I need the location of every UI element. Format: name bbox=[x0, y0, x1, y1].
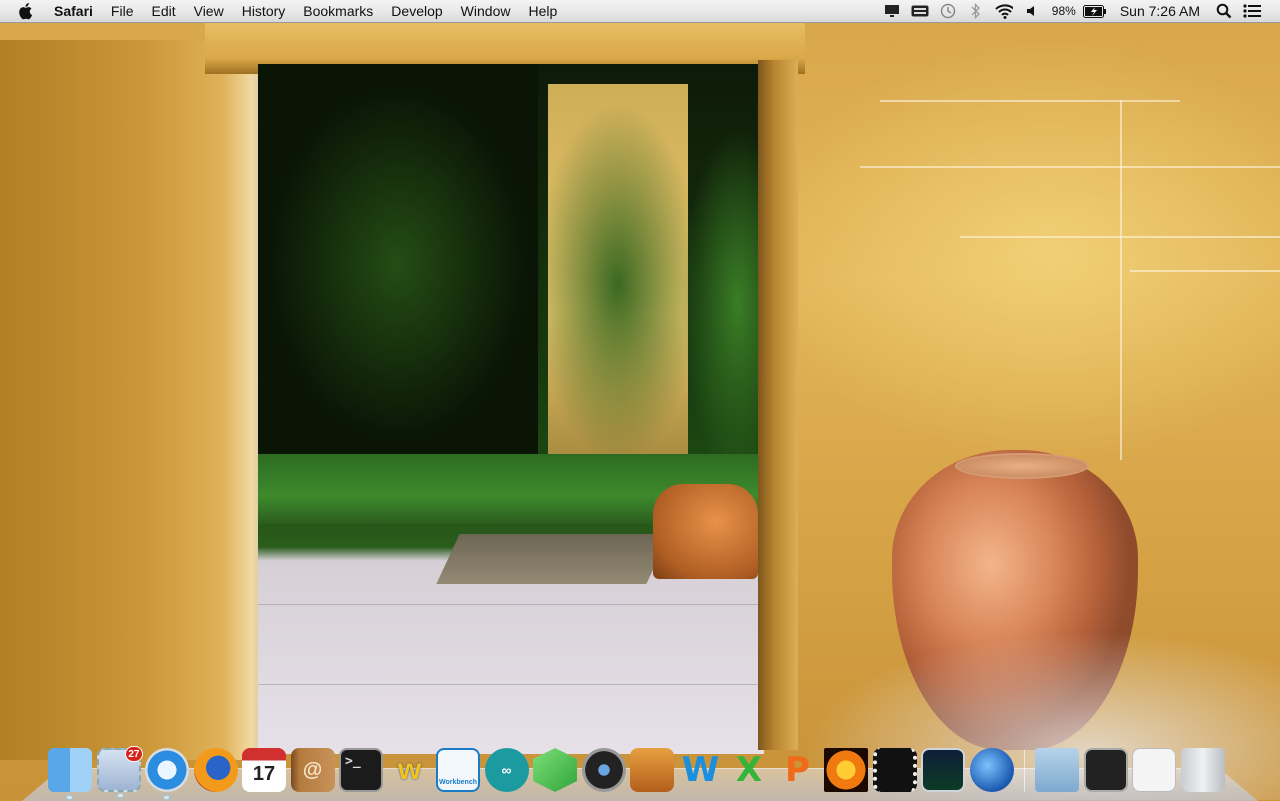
menu-help[interactable]: Help bbox=[519, 0, 566, 22]
desktop-wallpaper bbox=[0, 0, 1280, 800]
film-strip-icon[interactable] bbox=[872, 748, 917, 792]
solar-image-icon[interactable] bbox=[824, 748, 868, 792]
word-icon[interactable]: W bbox=[679, 748, 723, 792]
menu-app-safari[interactable]: Safari bbox=[44, 0, 102, 22]
battery-percent[interactable]: 98% bbox=[1052, 4, 1076, 18]
mail-unread-badge: 27 bbox=[125, 746, 143, 762]
arduino-icon[interactable]: ∞ bbox=[484, 748, 529, 792]
document-stack-icon[interactable] bbox=[1132, 748, 1176, 792]
wall-crack bbox=[1130, 270, 1280, 272]
urn-mouth bbox=[955, 453, 1089, 479]
menu-bookmarks[interactable]: Bookmarks bbox=[294, 0, 382, 22]
time-machine-icon[interactable] bbox=[939, 3, 957, 19]
safari-compass-icon[interactable] bbox=[145, 748, 189, 799]
input-menu-icon[interactable] bbox=[911, 3, 929, 19]
wall-crack bbox=[960, 236, 1280, 238]
mysql-workbench-icon[interactable]: Workbench bbox=[436, 748, 480, 792]
menu-history[interactable]: History bbox=[233, 0, 295, 22]
iphoto-camera-icon[interactable] bbox=[630, 748, 674, 792]
volume-icon[interactable] bbox=[1023, 3, 1041, 19]
display-mirroring-icon[interactable] bbox=[883, 3, 901, 19]
wall-crack bbox=[860, 166, 1280, 168]
bluetooth-icon[interactable] bbox=[967, 3, 985, 19]
menu-window[interactable]: Window bbox=[452, 0, 520, 22]
powerpoint-icon[interactable]: P bbox=[776, 748, 820, 792]
dock-separator bbox=[1024, 750, 1025, 792]
left-pillar bbox=[0, 40, 262, 760]
menu-edit[interactable]: Edit bbox=[142, 0, 184, 22]
vector-plot-icon[interactable] bbox=[921, 748, 965, 792]
finder-icon[interactable] bbox=[48, 748, 92, 799]
green-cube-icon[interactable] bbox=[533, 748, 577, 792]
wall-crack bbox=[1120, 100, 1122, 460]
excel-icon[interactable]: X bbox=[727, 748, 771, 792]
terminal-icon[interactable]: >_ bbox=[339, 748, 383, 792]
calendar-icon[interactable]: 17 bbox=[242, 748, 286, 792]
screen-stack-icon[interactable] bbox=[1083, 748, 1128, 792]
apple-menu-icon[interactable] bbox=[16, 0, 36, 22]
wifi-icon[interactable] bbox=[995, 3, 1013, 19]
address-book-icon[interactable]: @ bbox=[290, 748, 335, 792]
firefox-icon[interactable] bbox=[193, 748, 238, 792]
wall-crack bbox=[880, 100, 1180, 102]
menu-develop[interactable]: Develop bbox=[382, 0, 451, 22]
notification-center-icon[interactable] bbox=[1243, 3, 1261, 19]
menu-clock[interactable]: Sun 7:26 AM bbox=[1120, 3, 1200, 19]
menu-bar: Safari File Edit View History Bookmarks … bbox=[0, 0, 1280, 23]
dock: 27 17 @ >_ w Workbench ∞ W X P bbox=[48, 740, 1248, 799]
wireshark-fin-icon[interactable]: w bbox=[388, 748, 432, 792]
battery-charging-icon[interactable] bbox=[1082, 3, 1107, 19]
camera-lens-icon[interactable] bbox=[581, 748, 626, 792]
globe-icon[interactable] bbox=[969, 748, 1014, 792]
spotlight-search-icon[interactable] bbox=[1215, 3, 1233, 19]
mail-stamp-icon[interactable]: 27 bbox=[96, 746, 143, 797]
menu-view[interactable]: View bbox=[185, 0, 233, 22]
menu-file[interactable]: File bbox=[102, 0, 143, 22]
downloads-folder-icon[interactable] bbox=[1035, 748, 1079, 792]
trash-icon[interactable] bbox=[1180, 748, 1225, 792]
